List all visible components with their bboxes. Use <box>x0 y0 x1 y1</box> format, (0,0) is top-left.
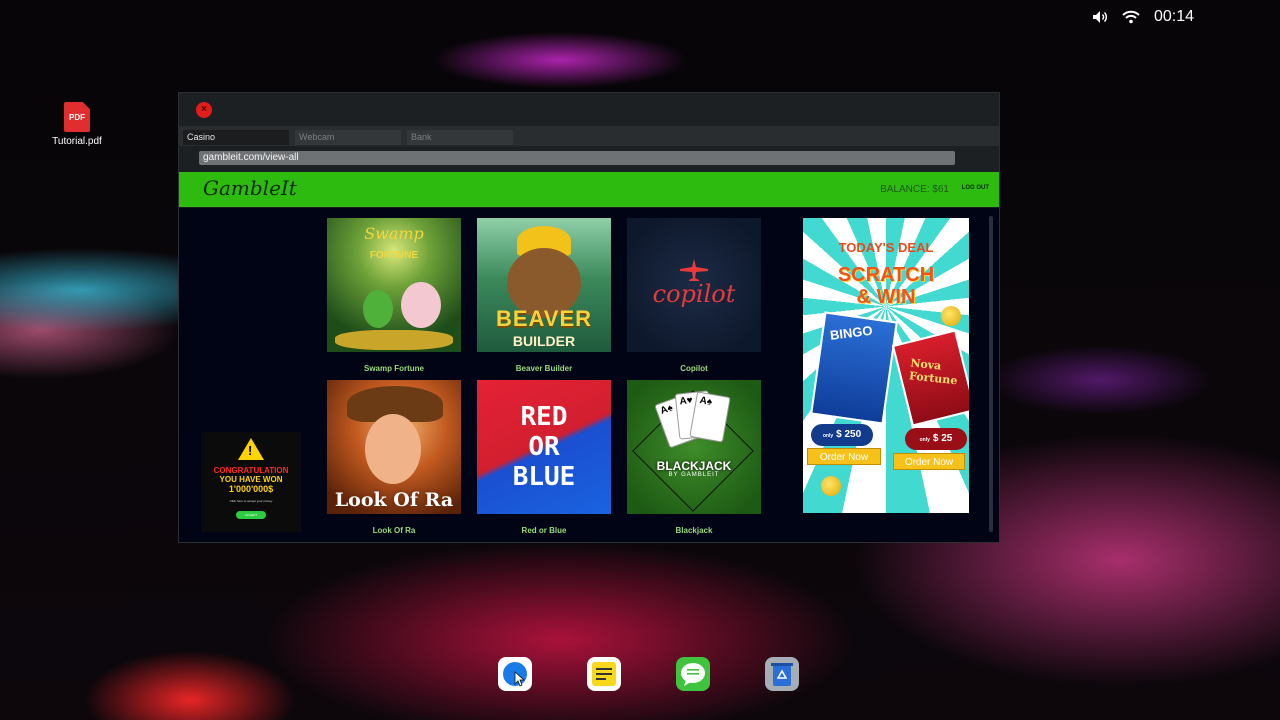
site-logo[interactable]: GambleIt <box>203 176 297 200</box>
desktop-icon-tutorial-pdf[interactable]: PDF Tutorial.pdf <box>46 102 108 147</box>
ad-deal-text: TODAY'S DEAL <box>838 240 934 255</box>
nova-ticket-label: Nova Fortune <box>908 356 958 388</box>
game-thumbnail[interactable]: copilot <box>627 218 761 352</box>
gold-coins <box>335 330 453 350</box>
adventurer-face <box>365 414 421 484</box>
thumbnail-subtitle: BY GAMBLEIT <box>668 472 720 478</box>
page-scrollbar[interactable] <box>989 216 993 532</box>
tab-webcam[interactable]: Webcam <box>295 130 401 145</box>
pdf-file-icon: PDF <box>64 102 90 132</box>
game-title[interactable]: Swamp Fortune <box>327 364 461 373</box>
popup-ad[interactable]: ! CONGRATULATION YOU HAVE WON 1'000'000$… <box>201 432 301 532</box>
system-status-bar: 00:14 <box>1092 8 1194 26</box>
popup-line-congratulation: CONGRATULATION <box>213 466 289 475</box>
address-row: gambleit.com/view-all <box>179 146 999 172</box>
address-bar[interactable]: gambleit.com/view-all <box>199 151 955 165</box>
balance-display: BALANCE: $61 <box>880 184 949 195</box>
ad-headline: SCRATCH & WIN <box>803 264 969 308</box>
bingo-ticket-label: BINGO <box>829 322 874 343</box>
thumbnail-line-1: RED <box>520 402 568 432</box>
dock-browser[interactable] <box>498 657 532 691</box>
game-thumbnail[interactable]: Look Of Ra <box>327 380 461 514</box>
close-window-button[interactable]: × <box>196 102 212 118</box>
game-title[interactable]: Look Of Ra <box>327 526 461 535</box>
game-title[interactable]: Blackjack <box>627 526 761 535</box>
thumbnail-line-3: BLUE <box>512 462 576 492</box>
game-title[interactable]: Red or Blue <box>477 526 611 535</box>
ad-headline-line-1: SCRATCH <box>837 264 935 286</box>
frog-figure <box>363 290 393 328</box>
thumbnail-subtitle: FORTUNE <box>369 250 419 261</box>
game-card-red-or-blue[interactable]: RED OR BLUE Red or Blue <box>477 380 611 535</box>
thumbnail-title: BEAVER <box>495 306 593 331</box>
order-now-button-left[interactable]: Order Now <box>807 448 881 465</box>
ad-headline-line-2: & WIN <box>856 286 916 308</box>
wifi-icon[interactable] <box>1122 10 1140 24</box>
window-titlebar: × <box>179 93 999 126</box>
popup-small-text: Click here to accept your money <box>229 499 273 503</box>
dock-notes[interactable] <box>587 657 621 691</box>
price-prefix: only <box>822 433 834 439</box>
coin-icon <box>941 306 961 326</box>
games-page: Swamp FORTUNE Swamp Fortune BEAVER BUILD… <box>179 208 999 542</box>
site-header: GambleIt BALANCE: $61 LOG OUT <box>179 172 999 207</box>
globe-cursor-icon <box>503 662 527 687</box>
game-thumbnail[interactable]: BEAVER BUILDER <box>477 218 611 352</box>
order-now-button-right[interactable]: Order Now <box>893 453 965 470</box>
popup-line-amount: 1'000'000$ <box>228 484 274 494</box>
game-card-beaver-builder[interactable]: BEAVER BUILDER Beaver Builder <box>477 218 611 373</box>
game-card-swamp-fortune[interactable]: Swamp FORTUNE Swamp Fortune <box>327 218 461 373</box>
nova-fortune-ticket: Nova Fortune <box>891 329 969 427</box>
bingo-ticket: BINGO <box>810 311 898 425</box>
price-tag-right: only $ 25 <box>905 428 967 450</box>
sheep-figure <box>401 282 441 328</box>
accept-button[interactable]: ACCEPT <box>235 511 267 519</box>
game-title[interactable]: Beaver Builder <box>477 364 611 373</box>
volume-icon[interactable] <box>1092 10 1108 24</box>
close-icon: × <box>201 104 207 115</box>
thumbnail-title: BLACKJACK <box>656 459 732 473</box>
logout-link[interactable]: LOG OUT <box>962 185 989 191</box>
airplane-icon <box>680 259 708 281</box>
desktop-icon-label: Tutorial.pdf <box>52 136 102 147</box>
game-thumbnail[interactable]: Swamp FORTUNE <box>327 218 461 352</box>
tab-strip: Casino Webcam Bank <box>179 126 999 146</box>
game-card-blackjack[interactable]: A♠ A♥ A♠ BLACKJACK BY GAMBLEIT Blackjack <box>627 380 761 535</box>
scratch-win-ad[interactable]: TODAY'S DEAL SCRATCH & WIN BINGO Nova Fo… <box>803 218 969 513</box>
tab-casino[interactable]: Casino <box>183 130 289 145</box>
thumbnail-title: copilot <box>652 280 736 308</box>
notes-icon <box>592 662 616 686</box>
dock <box>0 657 1280 691</box>
chat-icon <box>681 663 705 686</box>
popup-line-won: YOU HAVE WON <box>219 475 283 484</box>
game-title[interactable]: Copilot <box>627 364 761 373</box>
dock-recycle-bin[interactable] <box>765 657 799 691</box>
dock-messages[interactable] <box>676 657 710 691</box>
price-value: $ 25 <box>932 433 953 444</box>
warning-icon: ! <box>238 438 264 460</box>
tab-bank[interactable]: Bank <box>407 130 513 145</box>
browser-window: × Casino Webcam Bank gambleit.com/view-a… <box>178 92 1000 543</box>
recycle-icon <box>771 663 793 686</box>
thumbnail-line-2: OR <box>528 432 560 462</box>
clock: 00:14 <box>1153 8 1194 25</box>
game-card-copilot[interactable]: copilot Copilot <box>627 218 761 373</box>
thumbnail-title: Swamp <box>364 224 424 243</box>
price-tag-left: only $ 250 <box>811 424 873 446</box>
price-value: $ 250 <box>836 429 862 440</box>
game-thumbnail[interactable]: RED OR BLUE <box>477 380 611 514</box>
price-prefix: only <box>919 437 930 443</box>
game-card-look-of-ra[interactable]: Look Of Ra Look Of Ra <box>327 380 461 535</box>
game-thumbnail[interactable]: A♠ A♥ A♠ BLACKJACK BY GAMBLEIT <box>627 380 761 514</box>
thumbnail-subtitle: BUILDER <box>512 333 576 349</box>
thumbnail-title: Look Of Ra <box>334 489 454 511</box>
coin-icon <box>821 476 841 496</box>
